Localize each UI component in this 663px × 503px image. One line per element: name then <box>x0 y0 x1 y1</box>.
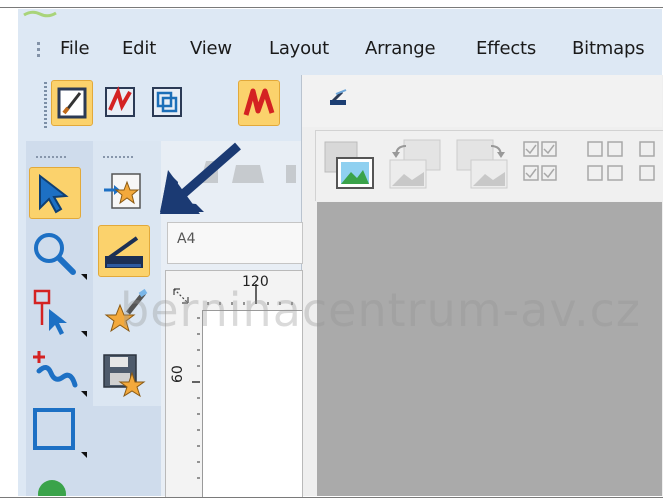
toolbar-button-embroidery[interactable] <box>100 80 140 124</box>
tool-zoom[interactable] <box>29 228 87 280</box>
menu-bitmaps[interactable]: Bitmaps <box>572 38 645 59</box>
grid-select-icon[interactable] <box>522 140 662 190</box>
tool-scanner[interactable] <box>98 225 150 277</box>
menu-grip-icon[interactable] <box>37 42 40 60</box>
tool-select[interactable] <box>29 167 81 219</box>
app-logo <box>23 10 57 18</box>
select-arrow-icon <box>39 173 69 214</box>
tool-column-grip[interactable] <box>36 156 66 158</box>
menu-edit[interactable]: Edit <box>122 38 156 59</box>
rectangle-icon <box>33 408 87 458</box>
scanner-icon[interactable] <box>328 88 352 108</box>
tool-column-secondary-grip[interactable] <box>103 156 133 158</box>
node-edit-icon <box>33 289 87 337</box>
overlap-frames-icon <box>152 87 182 117</box>
tool-freehand[interactable] <box>29 345 87 397</box>
design-panel-header <box>302 75 662 127</box>
ruler-left-label: 60 <box>170 365 186 383</box>
bottom-border-line <box>0 497 663 498</box>
tool-column-secondary-footer <box>93 406 161 496</box>
save-design-icon <box>103 354 146 398</box>
toolbar-button-overlap[interactable] <box>147 80 187 124</box>
embroidery-red-icon <box>105 86 135 117</box>
rotate-right-icon[interactable] <box>453 138 513 192</box>
circle-tool-icon[interactable] <box>35 470 75 496</box>
import-shape-icon <box>104 173 141 209</box>
image-insert-icon[interactable] <box>323 140 379 192</box>
menu-arrange[interactable]: Arrange <box>365 38 436 59</box>
menu-view[interactable]: View <box>190 38 232 59</box>
design-canvas[interactable] <box>317 202 662 496</box>
menu-file[interactable]: File <box>60 38 90 59</box>
toolbar-button-brush-frame[interactable] <box>51 80 93 126</box>
zigzag-stitch-icon <box>243 88 275 116</box>
tool-rectangle[interactable] <box>29 406 87 458</box>
paper-size-value: A4 <box>177 231 196 247</box>
brush-frame-icon <box>57 87 87 119</box>
menu-bar <box>18 28 662 74</box>
watermark-text: berninacentrum-av.cz <box>120 283 642 337</box>
top-border-line <box>0 7 663 8</box>
toolbar-button-zigzag[interactable] <box>238 80 280 126</box>
scanner-tool-icon <box>105 236 143 268</box>
toolbar-grip[interactable] <box>44 82 47 130</box>
annotation-arrow-icon <box>160 142 241 214</box>
tool-import-shape[interactable] <box>100 166 150 216</box>
menu-layout[interactable]: Layout <box>269 38 329 59</box>
menu-effects[interactable]: Effects <box>476 38 536 59</box>
tool-save-design[interactable] <box>100 351 150 401</box>
zoom-icon <box>34 233 87 280</box>
rotate-left-icon[interactable] <box>386 138 446 192</box>
freehand-stitch-icon <box>33 351 87 397</box>
design-page[interactable] <box>202 310 302 497</box>
tool-node-edit[interactable] <box>29 285 87 337</box>
